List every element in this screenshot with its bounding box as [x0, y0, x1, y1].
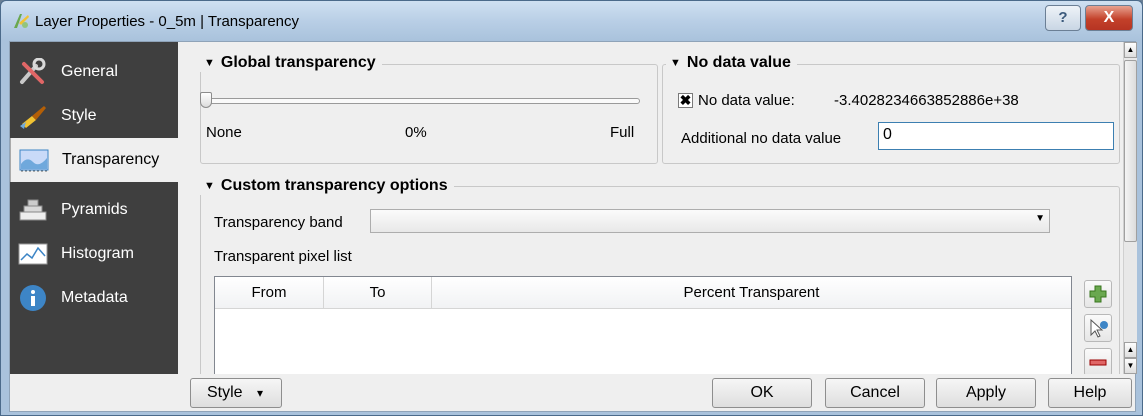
- scroll-up-button[interactable]: ▲: [1124, 42, 1137, 58]
- help-button[interactable]: Help: [1048, 378, 1132, 408]
- window-title: Layer Properties - 0_5m | Transparency: [35, 13, 300, 30]
- paintbrush-icon: [20, 106, 46, 129]
- transparent-pixel-table[interactable]: From To Percent Transparent: [214, 276, 1072, 374]
- no-data-value-checkbox[interactable]: ✖: [678, 93, 693, 108]
- sidebar-item-label: General: [61, 63, 118, 80]
- group-title: Custom transparency options: [220, 177, 448, 194]
- sidebar-item-metadata[interactable]: Metadata: [10, 276, 178, 320]
- sidebar-item-pyramids[interactable]: Pyramids: [10, 188, 178, 232]
- dropdown-arrow-icon: ▾: [257, 386, 264, 400]
- sidebar-item-style[interactable]: Style: [10, 94, 178, 138]
- remove-icon: [1089, 359, 1107, 366]
- column-header-to[interactable]: To: [324, 277, 432, 309]
- pointer-pick-icon: [1090, 318, 1108, 338]
- scroll-up-small-button[interactable]: ▲: [1124, 342, 1137, 358]
- no-data-value-readout: -3.4028234663852886e+38: [834, 92, 1019, 109]
- help-title-button[interactable]: ?: [1045, 5, 1081, 31]
- table-header: From To Percent Transparent: [215, 277, 1071, 309]
- sidebar-item-label: Pyramids: [61, 201, 128, 218]
- group-title: Global transparency: [220, 54, 376, 71]
- sidebar-item-transparency[interactable]: Transparency: [10, 138, 178, 182]
- collapse-triangle-icon: ▼: [204, 57, 215, 69]
- remove-value-button[interactable]: [1084, 348, 1112, 374]
- transparency-slider-handle[interactable]: [200, 92, 212, 108]
- title-bar[interactable]: Layer Properties - 0_5m | Transparency ?…: [1, 1, 1142, 41]
- close-button[interactable]: X: [1085, 5, 1133, 31]
- collapse-triangle-icon: ▼: [670, 57, 681, 69]
- transparency-slider[interactable]: [202, 98, 640, 104]
- no-data-value-header[interactable]: ▼ No data value: [666, 54, 797, 72]
- transparency-band-label: Transparency band: [214, 214, 343, 231]
- custom-transparency-header[interactable]: ▼ Custom transparency options: [200, 177, 454, 195]
- dialog-client-area: General Style Transparency Pyramids Hist…: [9, 41, 1137, 412]
- column-header-percent-transparent[interactable]: Percent Transparent: [432, 277, 1071, 309]
- info-icon: [20, 285, 46, 311]
- tools-icon: [20, 58, 46, 84]
- histogram-icon: [18, 243, 48, 265]
- scroll-thumb[interactable]: [1124, 60, 1137, 242]
- style-menu-button[interactable]: Style ▾: [190, 378, 282, 408]
- add-value-button[interactable]: [1084, 280, 1112, 308]
- global-transparency-group: [200, 64, 658, 164]
- sidebar-item-label: Histogram: [61, 245, 134, 262]
- style-menu-label: Style: [207, 384, 243, 401]
- additional-no-data-input[interactable]: 0: [878, 122, 1114, 150]
- scroll-down-button[interactable]: ▼: [1124, 358, 1137, 374]
- sidebar: General Style Transparency Pyramids Hist…: [10, 42, 178, 374]
- dialog-window: Layer Properties - 0_5m | Transparency ?…: [0, 0, 1143, 416]
- slider-value-label: 0%: [405, 124, 427, 141]
- dropdown-arrow-icon: ▼: [1035, 213, 1045, 224]
- global-transparency-header[interactable]: ▼ Global transparency: [200, 54, 382, 72]
- no-data-value-label: No data value:: [698, 92, 795, 109]
- additional-no-data-label: Additional no data value: [681, 130, 842, 147]
- slider-max-label: Full: [610, 124, 635, 141]
- column-header-from[interactable]: From: [215, 277, 324, 309]
- sidebar-item-label: Style: [61, 107, 97, 124]
- transparent-pixel-list-label: Transparent pixel list: [214, 248, 352, 265]
- sidebar-item-label: Metadata: [61, 289, 128, 306]
- sidebar-item-label: Transparency: [62, 151, 160, 168]
- vertical-scrollbar[interactable]: ▲ ▲ ▼: [1123, 42, 1137, 374]
- pyramids-icon: [19, 199, 47, 221]
- sidebar-item-general[interactable]: General: [10, 50, 178, 94]
- add-icon: [1089, 285, 1107, 303]
- collapse-triangle-icon: ▼: [204, 180, 215, 192]
- cancel-button[interactable]: Cancel: [825, 378, 925, 408]
- transparency-band-select[interactable]: ▼: [370, 209, 1050, 233]
- apply-button[interactable]: Apply: [936, 378, 1036, 408]
- qgis-logo-icon: [14, 14, 29, 28]
- group-title: No data value: [686, 54, 791, 71]
- sidebar-item-histogram[interactable]: Histogram: [10, 232, 178, 276]
- add-values-from-display-button[interactable]: [1084, 314, 1112, 342]
- transparency-icon: [19, 149, 49, 172]
- transparency-panel: ▼ Global transparency None 0% Full ▼ No da…: [178, 42, 1123, 374]
- button-bar: Style ▾ OK Cancel Apply Help: [10, 374, 1135, 411]
- slider-min-label: None: [206, 124, 242, 141]
- ok-button[interactable]: OK: [712, 378, 812, 408]
